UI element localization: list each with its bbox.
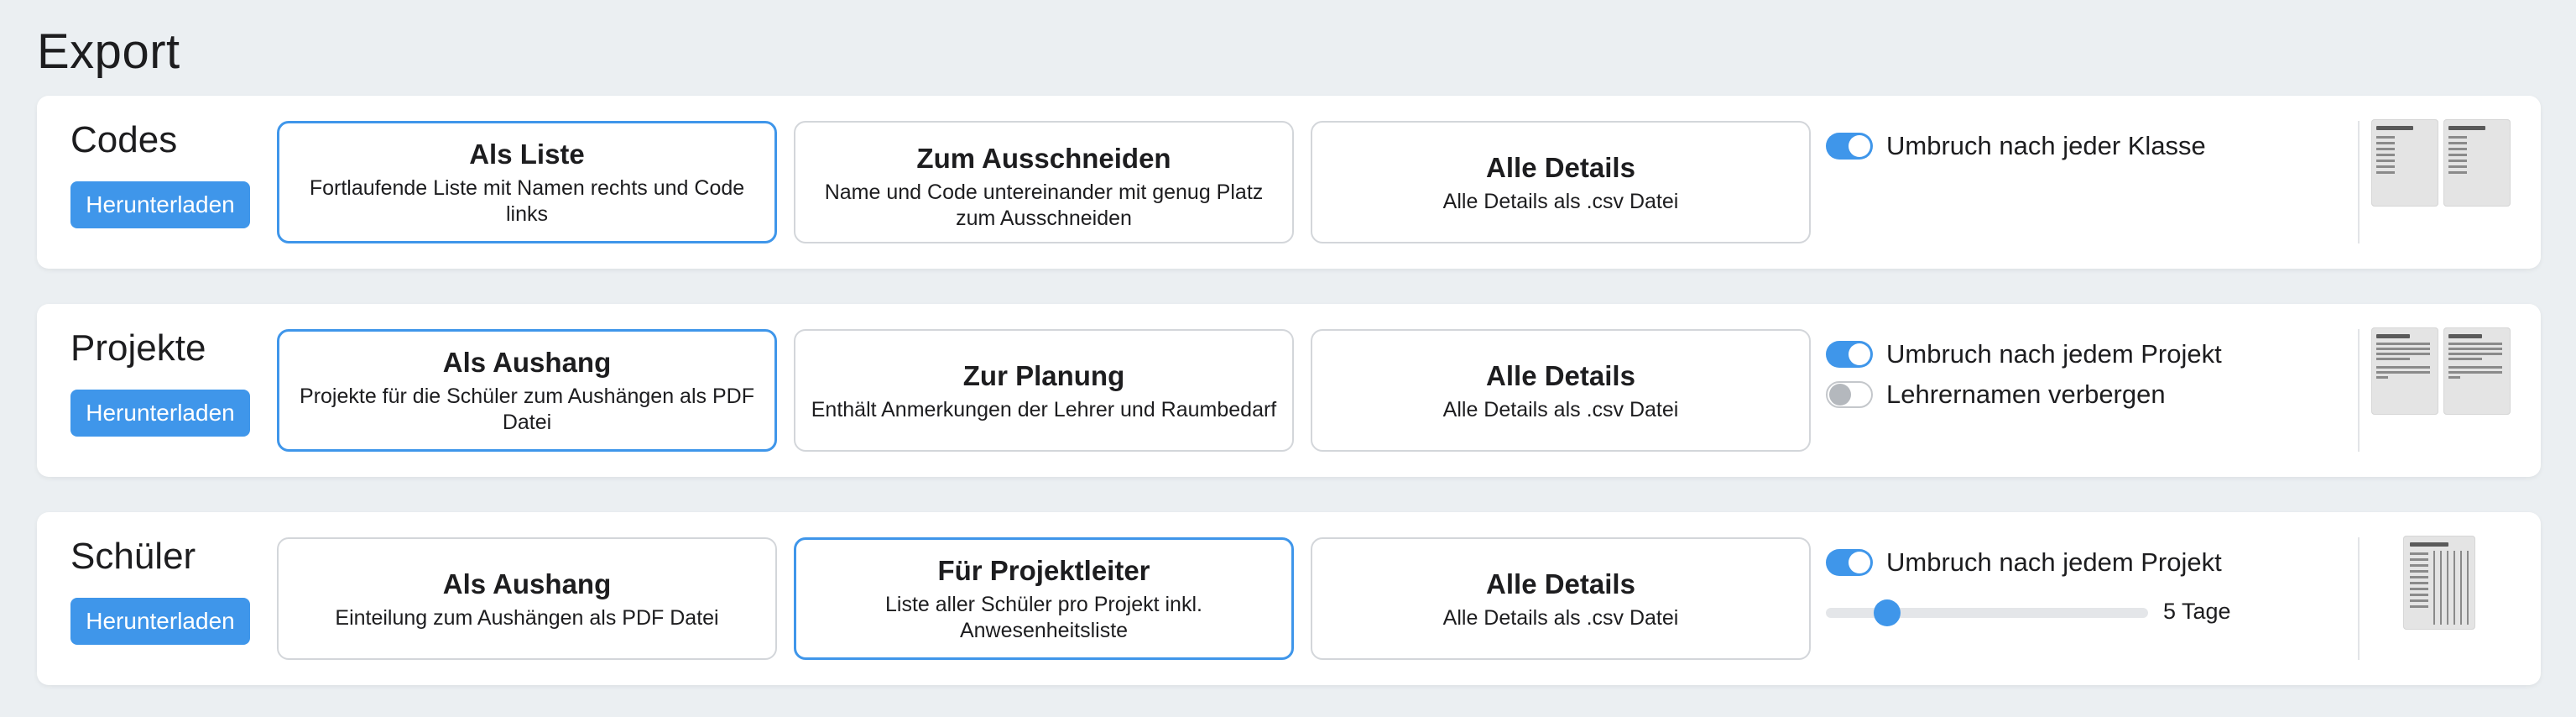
preview-thumbnail [2371,327,2511,415]
download-button[interactable]: Herunterladen [70,390,250,437]
toggle-label: Lehrernamen verbergen [1886,379,2166,409]
section-schueler: Schüler Herunterladen Als Aushang Eintei… [37,512,2541,685]
option-alle-details[interactable]: Alle Details Alle Details als .csv Datei [1311,537,1811,660]
option-description: Fortlaufende Liste mit Namen rechts und … [309,176,745,226]
section-title: Schüler [70,536,196,577]
slider-value: 5 Tage [2163,599,2231,624]
section-title: Projekte [70,327,206,369]
section-codes: Codes Herunterladen Als Liste Fortlaufen… [37,96,2541,269]
toggle-row-break-per-project: Umbruch nach jedem Projekt [1826,546,2222,579]
option-title: Zur Planung [962,359,1125,391]
option-als-liste[interactable]: Als Liste Fortlaufende Liste mit Namen r… [277,121,777,243]
option-fuer-projektleiter[interactable]: Für Projektleiter Liste aller Schüler pr… [794,537,1294,660]
preview-page [2403,536,2475,630]
option-title: Alle Details [1486,568,1635,599]
divider [2358,121,2360,243]
option-zum-ausschneiden[interactable]: Zum Ausschneiden Name und Code untereina… [794,121,1294,243]
download-button[interactable]: Herunterladen [70,181,250,228]
toggle-label: Umbruch nach jedem Projekt [1886,547,2222,577]
section-projekte: Projekte Herunterladen Als Aushang Proje… [37,304,2541,477]
toggle-switch[interactable] [1826,133,1873,160]
preview-thumbnail [2371,119,2511,207]
download-button[interactable]: Herunterladen [70,598,250,645]
option-zur-planung[interactable]: Zur Planung Enthält Anmerkungen der Lehr… [794,329,1294,452]
option-title: Für Projektleiter [937,555,1150,586]
option-alle-details[interactable]: Alle Details Alle Details als .csv Datei [1311,121,1811,243]
divider [2358,537,2360,660]
preview-page [2443,327,2511,415]
option-title: Als Aushang [442,568,612,599]
option-title: Als Liste [469,139,585,170]
toggle-row-break-per-class: Umbruch nach jeder Klasse [1826,129,2206,163]
preview-page [2371,327,2438,415]
toggle-switch[interactable] [1826,341,1873,368]
toggle-switch[interactable] [1826,381,1873,408]
preview-page [2443,119,2511,207]
toggle-row-break-per-project: Umbruch nach jedem Projekt [1826,338,2222,371]
option-description: Einteilung zum Aushängen als PDF Datei [335,605,719,630]
preview-thumbnail [2403,536,2475,630]
option-als-aushang[interactable]: Als Aushang Einteilung zum Aushängen als… [277,537,777,660]
option-title: Zum Ausschneiden [916,143,1171,174]
option-title: Als Aushang [442,347,612,378]
option-description: Liste aller Schüler pro Projekt inkl. An… [885,593,1202,642]
days-slider[interactable] [1826,599,2148,626]
page-title: Export [37,24,180,79]
divider [2358,329,2360,452]
option-description: Projekte für die Schüler zum Aushängen a… [300,385,754,434]
slider-thumb[interactable] [1873,599,1901,626]
option-alle-details[interactable]: Alle Details Alle Details als .csv Datei [1311,329,1811,452]
toggle-label: Umbruch nach jeder Klasse [1886,131,2206,160]
section-title: Codes [70,119,178,160]
toggle-switch[interactable] [1826,549,1873,576]
option-description: Enthält Anmerkungen der Lehrer und Raumb… [811,397,1277,421]
option-description: Alle Details als .csv Datei [1442,189,1679,213]
preview-page [2371,119,2438,207]
option-description: Alle Details als .csv Datei [1442,397,1679,421]
option-description: Alle Details als .csv Datei [1442,605,1679,630]
toggle-label: Umbruch nach jedem Projekt [1886,339,2222,369]
option-description: Name und Code untereinander mit genug Pl… [824,181,1264,230]
option-als-aushang[interactable]: Als Aushang Projekte für die Schüler zum… [277,329,777,452]
option-title: Alle Details [1486,151,1635,183]
toggle-row-hide-teacher-names: Lehrernamen verbergen [1826,378,2166,411]
option-title: Alle Details [1486,359,1635,391]
